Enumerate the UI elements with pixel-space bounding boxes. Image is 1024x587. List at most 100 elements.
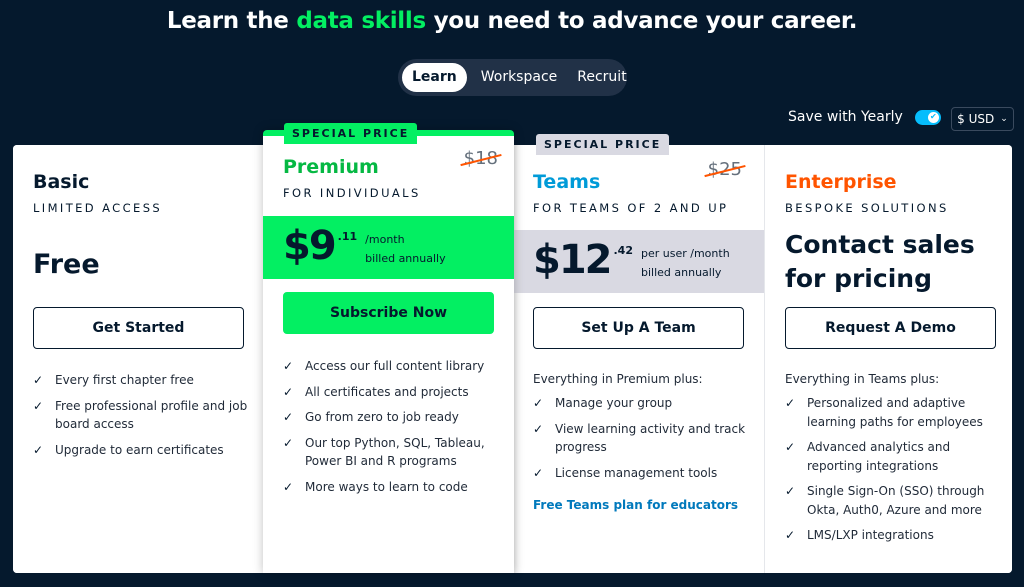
currency-value: $ USD xyxy=(957,112,995,126)
feature-text: More ways to learn to code xyxy=(305,479,468,494)
plan-subtitle: FOR TEAMS OF 2 AND UP xyxy=(533,201,729,215)
check-icon: ✓ xyxy=(785,484,796,498)
price-meta: per user /month billed annually xyxy=(641,244,730,282)
price-cents: .42 xyxy=(613,244,634,257)
feature-text: Go from zero to job ready xyxy=(305,410,459,424)
request-demo-button[interactable]: Request A Demo xyxy=(785,307,996,349)
feature-text: LMS/LXP integrations xyxy=(807,528,934,542)
price-note: billed annually xyxy=(365,252,446,265)
feature-list: ✓ Access our full content library ✓ All ce… xyxy=(283,357,503,503)
headline-start: Learn the xyxy=(166,8,297,34)
plan-card-teams: SPECIAL PRICE $25 Teams FOR TEAMS OF 2 A… xyxy=(514,134,764,573)
price-band: $12 .42 per user /month billed annually xyxy=(514,230,764,293)
special-price-badge: SPECIAL PRICE xyxy=(536,134,670,155)
currency-select[interactable]: $ USD ⌄ xyxy=(951,107,1014,131)
feature-item: ✓ Personalized and adaptive learning path… xyxy=(785,394,1005,431)
feature-item: ✓ LMS/LXP integrations xyxy=(785,526,1005,545)
chevron-down-icon: ⌄ xyxy=(1000,114,1008,124)
feature-item: ✓ Advanced analytics and reporting integr… xyxy=(785,438,1005,475)
feature-item: ✓ Our top Python, SQL, Tableau, Power BI … xyxy=(283,434,503,471)
feature-item: ✓ Manage your group xyxy=(533,394,753,413)
feature-text: Our top Python, SQL, Tableau, Power BI a… xyxy=(305,435,485,469)
price-meta: /month billed annually xyxy=(365,230,445,268)
feature-item: ✓ View learning activity and track progre… xyxy=(533,420,753,457)
yearly-toggle[interactable]: ✔ xyxy=(914,109,941,125)
plan-name: Teams xyxy=(533,171,601,193)
check-icon: ✓ xyxy=(533,465,544,480)
check-icon: ✓ xyxy=(785,440,796,454)
feature-text: License management tools xyxy=(555,465,718,480)
feature-list: Everything in Teams plus: ✓ Personalized … xyxy=(785,371,1005,552)
get-started-button[interactable]: Get Started xyxy=(33,307,244,349)
feature-lead: Everything in Teams plus: xyxy=(785,372,940,386)
feature-item: ✓ All certificates and projects xyxy=(283,383,503,402)
check-icon: ✓ xyxy=(33,442,44,457)
check-icon: ✔ xyxy=(927,111,939,123)
feature-item: ✓ Upgrade to earn certificates xyxy=(33,441,253,460)
feature-list: Everything in Premium plus: ✓ Manage your… xyxy=(533,371,753,489)
feature-item: ✓ Every first chapter free xyxy=(33,371,253,390)
tab-recruit[interactable]: Recruit xyxy=(567,63,636,92)
tab-workspace[interactable]: Workspace xyxy=(471,63,568,92)
plan-card-basic: Basic LIMITED ACCESS Free Get Started ✓ E… xyxy=(13,145,263,573)
feature-list: ✓ Every first chapter free ✓ Free professi… xyxy=(33,371,253,466)
check-icon: ✓ xyxy=(283,410,294,424)
check-icon: ✓ xyxy=(533,396,544,410)
plan-card-enterprise: Enterprise BESPOKE SOLUTIONS Contact sal… xyxy=(764,145,1012,573)
price-note: billed annually xyxy=(641,266,722,279)
price-whole: $12 xyxy=(533,237,612,283)
yearly-billing-control: Save with Yearly ✔ xyxy=(788,109,941,125)
plan-price: Contact sales for pricing xyxy=(785,230,975,293)
price-whole: $9 xyxy=(283,223,337,269)
feature-text: Every first chapter free xyxy=(55,373,194,387)
pricing-cards: Basic LIMITED ACCESS Free Get Started ✓ E… xyxy=(13,123,1012,573)
feature-item: ✓ Go from zero to job ready xyxy=(283,408,503,427)
check-icon: ✓ xyxy=(283,435,294,450)
price-cents: .11 xyxy=(337,230,358,243)
plan-card-premium: SPECIAL PRICE $18 Premium FOR INDIVIDUAL… xyxy=(263,123,514,573)
plan-subtitle: FOR INDIVIDUALS xyxy=(283,186,421,200)
check-icon: ✓ xyxy=(283,359,294,373)
plan-price: Free xyxy=(33,249,100,280)
plan-name: Basic xyxy=(33,171,90,193)
check-icon: ✓ xyxy=(283,479,294,494)
price-unit: per user /month xyxy=(641,247,730,260)
check-icon: ✓ xyxy=(785,528,796,542)
price-unit: /month xyxy=(365,233,405,246)
headline-accent: data skills xyxy=(296,8,426,34)
plan-name: Premium xyxy=(283,156,379,178)
check-icon: ✓ xyxy=(785,396,796,410)
feature-item: ✓ Free professional profile and job board… xyxy=(33,397,253,434)
feature-text: Single Sign-On (SSO) through Okta, Auth0… xyxy=(807,484,985,517)
feature-item: ✓ Single Sign-On (SSO) through Okta, Auth… xyxy=(785,482,1005,519)
feature-text: Upgrade to earn certificates xyxy=(55,442,224,457)
feature-text: Advanced analytics and reporting integra… xyxy=(807,440,951,473)
plan-subtitle: BESPOKE SOLUTIONS xyxy=(785,201,949,215)
price-band: $9 .11 /month billed annually xyxy=(263,216,514,279)
page-headline: Learn the data skills you need to advanc… xyxy=(0,8,1024,34)
special-price-badge: SPECIAL PRICE xyxy=(284,123,418,144)
original-price: $18 xyxy=(463,148,498,169)
check-icon: ✓ xyxy=(33,373,44,387)
feature-lead: Everything in Premium plus: xyxy=(533,372,703,386)
check-icon: ✓ xyxy=(283,384,294,399)
tab-learn[interactable]: Learn xyxy=(402,63,467,92)
feature-text: All certificates and projects xyxy=(305,384,469,399)
plan-name: Enterprise xyxy=(785,171,897,193)
feature-text: Personalized and adaptive learning paths… xyxy=(807,396,983,429)
feature-item: ✓ More ways to learn to code xyxy=(283,478,503,497)
check-icon: ✓ xyxy=(33,398,44,413)
check-icon: ✓ xyxy=(533,421,544,436)
feature-text: Free professional profile and job board … xyxy=(55,398,248,432)
yearly-label: Save with Yearly xyxy=(788,109,903,125)
subscribe-now-button[interactable]: Subscribe Now xyxy=(283,292,494,334)
product-switch: Learn Workspace Recruit xyxy=(398,59,627,96)
headline-end: you need to advance your career. xyxy=(425,8,858,34)
feature-text: View learning activity and track progres… xyxy=(555,421,746,455)
feature-text: Access our full content library xyxy=(305,359,485,373)
educators-plan-link[interactable]: Free Teams plan for educators xyxy=(533,498,738,512)
set-up-team-button[interactable]: Set Up A Team xyxy=(533,307,744,349)
plan-subtitle: LIMITED ACCESS xyxy=(33,201,163,215)
original-price: $25 xyxy=(707,159,742,180)
feature-item: ✓ License management tools xyxy=(533,464,753,483)
